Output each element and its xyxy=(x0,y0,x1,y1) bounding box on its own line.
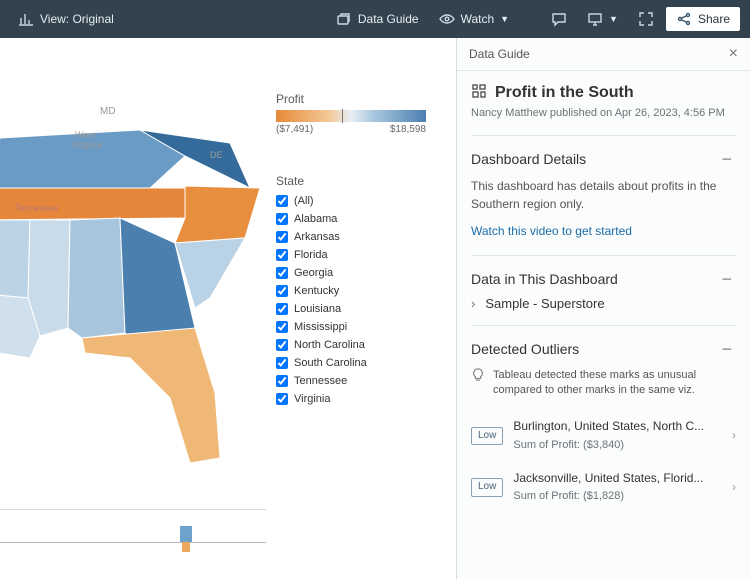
detected-outliers-header[interactable]: Detected Outliers − xyxy=(471,340,736,358)
fullscreen-button[interactable] xyxy=(630,7,662,31)
map-chart[interactable]: MD DE West Virginia Tennessee xyxy=(0,98,260,478)
outlier-item[interactable]: Low Burlington, United States, North C...… xyxy=(471,410,736,461)
svg-text:DE: DE xyxy=(210,150,223,160)
data-in-dashboard-header[interactable]: Data in This Dashboard − xyxy=(471,270,736,288)
gradient-bar xyxy=(276,110,426,122)
chevron-down-icon: ▼ xyxy=(500,14,509,24)
state-filter-item[interactable]: North Carolina xyxy=(276,336,436,354)
monitor-icon xyxy=(587,11,603,27)
dashboard-details-text: This dashboard has details about profits… xyxy=(471,178,736,213)
data-guide-panel: Data Guide × Profit in the South Nancy M… xyxy=(456,38,750,579)
outlier-value: Sum of Profit: ($3,840) xyxy=(513,438,722,454)
panel-subtitle: Nancy Matthew published on Apr 26, 2023,… xyxy=(471,106,736,121)
collapse-icon: − xyxy=(717,340,736,358)
secondary-chart[interactable] xyxy=(0,509,266,569)
state-checkbox[interactable] xyxy=(276,321,288,333)
share-icon xyxy=(676,11,692,27)
outlier-tag: Low xyxy=(471,478,503,497)
state-filter-item[interactable]: (All) xyxy=(276,192,436,210)
state-checkbox[interactable] xyxy=(276,231,288,243)
barchart-icon xyxy=(18,11,34,27)
state-filter-item[interactable]: Kentucky xyxy=(276,282,436,300)
state-checkbox[interactable] xyxy=(276,357,288,369)
bar-negative xyxy=(182,542,190,552)
state-filter-item[interactable]: Virginia xyxy=(276,390,436,408)
state-filter-item[interactable]: Arkansas xyxy=(276,228,436,246)
chevron-right-icon: › xyxy=(471,296,475,311)
view-selector[interactable]: View: Original xyxy=(10,7,122,31)
present-button[interactable]: ▼ xyxy=(579,7,626,31)
state-filter-title: State xyxy=(276,174,436,188)
share-button[interactable]: Share xyxy=(666,7,740,31)
comment-button[interactable] xyxy=(543,7,575,31)
state-filter-item[interactable]: Florida xyxy=(276,246,436,264)
close-icon[interactable]: × xyxy=(729,46,738,62)
dashboard-details-header[interactable]: Dashboard Details − xyxy=(471,150,736,168)
svg-text:West: West xyxy=(75,130,96,140)
panel-header-label: Data Guide xyxy=(469,47,530,61)
outlier-note-text: Tableau detected these marks as unusual … xyxy=(493,368,736,399)
state-alabama[interactable] xyxy=(68,218,125,338)
state-filter-item[interactable]: Georgia xyxy=(276,264,436,282)
state-checkbox[interactable] xyxy=(276,195,288,207)
legend-min: ($7,491) xyxy=(276,124,313,135)
color-legend: Profit ($7,491) $18,598 xyxy=(276,92,436,135)
video-link[interactable]: Watch this video to get started xyxy=(471,223,632,240)
chevron-right-icon: › xyxy=(732,427,736,444)
watch-button[interactable]: Watch ▼ xyxy=(431,7,517,31)
state-checkbox[interactable] xyxy=(276,267,288,279)
chevron-down-icon: ▼ xyxy=(609,14,618,24)
dashboard-icon xyxy=(471,83,487,102)
state-checkbox[interactable] xyxy=(276,393,288,405)
state-filter: State (All)AlabamaArkansasFloridaGeorgia… xyxy=(276,174,436,408)
lightbulb-icon xyxy=(471,368,485,399)
comment-icon xyxy=(551,11,567,27)
legend-max: $18,598 xyxy=(390,124,426,135)
viz-region: MD DE West Virginia Tennessee Profit ($7… xyxy=(0,38,456,579)
legend-title: Profit xyxy=(276,92,436,106)
main-area: MD DE West Virginia Tennessee Profit ($7… xyxy=(0,38,750,579)
state-florida[interactable] xyxy=(82,328,220,463)
data-source-item[interactable]: › Sample - Superstore xyxy=(471,296,736,311)
panel-title: Profit in the South xyxy=(495,84,634,102)
state-checkbox[interactable] xyxy=(276,249,288,261)
svg-text:MD: MD xyxy=(100,106,116,117)
fullscreen-icon xyxy=(638,11,654,27)
state-checkbox[interactable] xyxy=(276,375,288,387)
top-toolbar: View: Original Data Guide Watch ▼ ▼ Shar… xyxy=(0,0,750,38)
collapse-icon: − xyxy=(717,270,736,288)
view-label: View: Original xyxy=(40,12,114,26)
outlier-item[interactable]: Low Jacksonville, United States, Florid..… xyxy=(471,462,736,513)
outlier-value: Sum of Profit: ($1,828) xyxy=(513,489,722,505)
chevron-right-icon: › xyxy=(732,479,736,496)
svg-text:Tennessee: Tennessee xyxy=(15,203,59,213)
collapse-icon: − xyxy=(717,150,736,168)
state-checkbox[interactable] xyxy=(276,213,288,225)
state-filter-item[interactable]: Alabama xyxy=(276,210,436,228)
guide-icon xyxy=(336,11,352,27)
state-filter-item[interactable]: Louisiana xyxy=(276,300,436,318)
outlier-location: Jacksonville, United States, Florid... xyxy=(513,470,722,487)
state-filter-item[interactable]: South Carolina xyxy=(276,354,436,372)
state-filter-item[interactable]: Mississippi xyxy=(276,318,436,336)
state-checkbox[interactable] xyxy=(276,285,288,297)
state-checkbox[interactable] xyxy=(276,303,288,315)
data-guide-button[interactable]: Data Guide xyxy=(328,7,427,31)
bar-positive xyxy=(180,526,192,542)
state-north-carolina[interactable] xyxy=(175,186,260,243)
outlier-location: Burlington, United States, North C... xyxy=(513,418,722,435)
outlier-tag: Low xyxy=(471,427,503,446)
state-arkansas[interactable] xyxy=(0,220,30,298)
eye-icon xyxy=(439,11,455,27)
svg-text:Virginia: Virginia xyxy=(72,140,102,150)
state-filter-item[interactable]: Tennessee xyxy=(276,372,436,390)
state-checkbox[interactable] xyxy=(276,339,288,351)
